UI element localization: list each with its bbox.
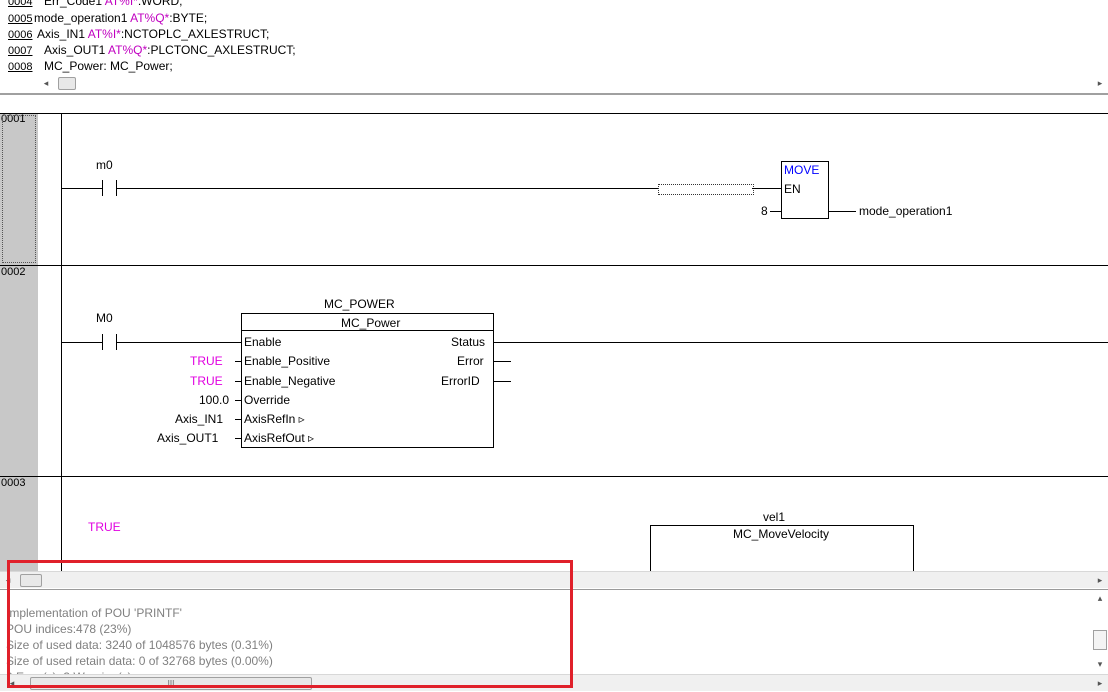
empty-box-placeholder[interactable]: [658, 184, 754, 195]
declaration-editor[interactable]: 0004 Err_Code1 AT%I*:WORD; 0005 mode_opera…: [0, 0, 1108, 92]
scroll-thumb[interactable]: [58, 77, 76, 90]
scroll-thumb[interactable]: [1093, 630, 1107, 650]
input-wire: [235, 361, 241, 362]
scroll-left-icon[interactable]: ◂: [38, 75, 54, 91]
rung-wire: [117, 188, 658, 189]
input-value[interactable]: Axis_IN1: [175, 412, 223, 426]
decl-type: :NCTOPLC_AXLESTRUCT;: [120, 27, 270, 41]
network-separator: [0, 265, 1108, 266]
network-number[interactable]: 0002: [0, 266, 38, 476]
input-value[interactable]: 100.0: [199, 393, 229, 407]
pin-override: Override: [244, 393, 291, 407]
input-wire: [235, 438, 241, 439]
pin-enable: Enable: [244, 335, 282, 349]
decl-keyword: AT%Q*: [108, 43, 148, 57]
pin-axis-ref-in: AxisRefIn ▹: [244, 412, 305, 426]
line-number: 0004: [8, 0, 33, 8]
pin-status: Status: [451, 335, 486, 349]
block-type-label: MC_MoveVelocity: [733, 527, 830, 541]
pane-splitter[interactable]: [0, 93, 1108, 95]
pin-axis-ref-out: AxisRefOut ▹: [244, 431, 315, 445]
decl-type: :WORD;: [137, 0, 183, 8]
decl-keyword: AT%I*: [87, 27, 121, 41]
input-wire: [235, 419, 241, 420]
line-number: 0006: [8, 29, 33, 41]
decl-horizontal-scrollbar[interactable]: ◂ ▸: [38, 75, 1108, 91]
contact-label: m0: [96, 158, 113, 172]
output-wire: [828, 211, 856, 212]
scroll-right-icon[interactable]: ▸: [1092, 675, 1108, 691]
pin-enable-negative: Enable_Negative: [244, 374, 336, 388]
input-value[interactable]: TRUE: [190, 354, 223, 368]
network-number[interactable]: 0001: [0, 113, 38, 265]
fb-instance-name[interactable]: MC_POWER: [324, 297, 395, 311]
block-type-label: MOVE: [784, 163, 820, 177]
block-type-label: MC_Power: [341, 316, 401, 330]
pin-error-id: ErrorID: [441, 374, 480, 388]
scroll-right-icon[interactable]: ▸: [1092, 572, 1108, 588]
decl-text: MC_Power: MC_Power;: [44, 59, 173, 73]
input-value[interactable]: 8: [761, 204, 768, 218]
decl-keyword: AT%Q*: [130, 11, 170, 25]
decl-line[interactable]: 0007 Axis_OUT1 AT%Q*:PLCTONC_AXLESTRUCT;: [0, 42, 296, 58]
network-number-label: 0002: [1, 266, 26, 278]
network-number-label: 0003: [1, 477, 26, 489]
decl-line[interactable]: 0006 Axis_IN1 AT%I*:NCTOPLC_AXLESTRUCT;: [0, 26, 269, 42]
rung-wire: [62, 188, 102, 189]
decl-keyword: AT%I*: [104, 0, 138, 8]
decl-text: Axis_IN1: [37, 27, 88, 41]
input-value[interactable]: TRUE: [88, 520, 121, 534]
block-header-divider: [242, 330, 493, 331]
line-number: 0005: [8, 13, 33, 25]
decl-text: Err_Code1: [44, 0, 105, 8]
normally-open-contact[interactable]: [102, 334, 117, 351]
ladder-editor[interactable]: 0001 0002 0003 m0 MOVE EN 8 mode_operati…: [0, 113, 1108, 573]
pin-enable-positive: Enable_Positive: [244, 354, 331, 368]
input-wire: [770, 211, 781, 212]
input-wire: [235, 381, 241, 382]
network-number[interactable]: 0003: [0, 477, 38, 573]
left-power-rail: [61, 113, 62, 573]
decl-text: mode_operation1: [34, 11, 131, 25]
message-vertical-scrollbar[interactable]: ▴ ▾: [1092, 590, 1108, 674]
decl-type: :BYTE;: [169, 11, 208, 25]
contact-label: M0: [96, 311, 113, 325]
network-separator: [0, 476, 1108, 477]
scroll-right-icon[interactable]: ▸: [1092, 75, 1108, 91]
rung-wire: [752, 188, 781, 189]
scroll-up-icon[interactable]: ▴: [1092, 590, 1108, 606]
pin-error: Error: [457, 354, 484, 368]
output-wire: [493, 361, 511, 362]
scroll-down-icon[interactable]: ▾: [1092, 656, 1108, 672]
highlight-annotation: [7, 560, 573, 688]
line-number: 0007: [8, 45, 33, 57]
decl-line[interactable]: 0005 mode_operation1 AT%Q*:BYTE;: [0, 10, 207, 26]
rung-wire: [62, 342, 102, 343]
en-pin-label: EN: [784, 182, 801, 196]
decl-line[interactable]: 0004 Err_Code1 AT%I*:WORD;: [0, 0, 183, 9]
decl-text: Axis_OUT1: [44, 43, 109, 57]
line-number: 0008: [8, 61, 33, 73]
input-value[interactable]: Axis_OUT1: [157, 431, 218, 445]
decl-line[interactable]: 0008 MC_Power: MC_Power;: [0, 58, 173, 74]
output-variable[interactable]: mode_operation1: [859, 204, 952, 218]
rung-wire: [117, 342, 241, 343]
network-number-label: 0001: [1, 113, 26, 125]
decl-type: :PLCTONC_AXLESTRUCT;: [147, 43, 296, 57]
input-value[interactable]: TRUE: [190, 374, 223, 388]
rung-wire: [493, 342, 1108, 343]
fb-instance-name[interactable]: vel1: [763, 510, 785, 524]
input-wire: [235, 400, 241, 401]
normally-open-contact[interactable]: [102, 180, 117, 197]
network-separator: [0, 113, 1108, 114]
output-wire: [493, 381, 511, 382]
